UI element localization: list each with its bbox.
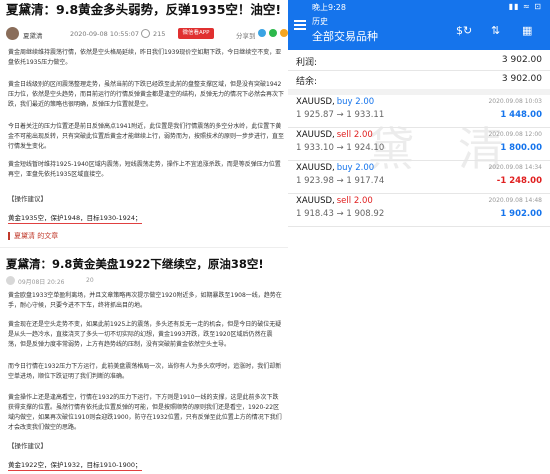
article2-paragraph: 黄金操作上还是逢高看空，行情在1932的压力下运行，下方则是1910一线的支撑，…	[8, 394, 282, 431]
calendar-icon[interactable]: ▦	[522, 24, 532, 37]
article1-author[interactable]: 夏黛清	[23, 30, 43, 40]
menu-icon[interactable]	[294, 20, 306, 32]
share-label: 分享到	[236, 32, 256, 40]
summary-row-profit: 利润: 3 902.00	[288, 52, 550, 70]
article1-paragraph: 黄金日线级别的区间震荡整理走势，虽然当前的下跌已经跌至此前的盘整支撑区域，但是没…	[8, 81, 285, 108]
profit-label: 利润:	[296, 58, 318, 68]
article2-advice-label: 【操作建议】	[8, 442, 47, 450]
article1-paragraph: 今日着关注的压力位置还是前日反弹高点1941附近，此位置是我们行情震荡的多空分水…	[8, 123, 285, 150]
trade-date: 2020.09.08 10:03	[488, 98, 542, 105]
article1-trade-plan: 黄金1935空，保护1948，目标1930-1924；	[8, 214, 142, 224]
screenshot-root: 夏黛清：9.8黄金多头弱势，反弹1935空！油空! 夏黛清 2020-09-08…	[0, 0, 550, 474]
author-articles-link[interactable]: 夏黛清 的文章	[8, 231, 58, 241]
trade-row[interactable]: XAUUSD, sell 2.00 1 933.10 → 1 924.10 2020.…	[288, 128, 550, 160]
accent-bar	[8, 232, 10, 240]
symbol-text: XAUUSD,	[296, 196, 335, 206]
weibo-share-icon[interactable]	[258, 29, 266, 37]
trade-date: 2020.09.08 12:00	[488, 131, 542, 138]
trade-direction: buy 2.00	[336, 97, 375, 107]
author-articles-label[interactable]: 夏黛清 的文章	[14, 232, 58, 240]
status-icons: ▮▮ ≈ ⊡	[508, 2, 542, 11]
header-section: 历史	[312, 17, 328, 26]
header-title[interactable]: 全部交易品种	[312, 28, 378, 44]
trade-profit: 1 902.00	[500, 209, 542, 219]
trade-date: 2020.09.08 14:48	[488, 197, 542, 204]
balance-label: 结余:	[296, 77, 318, 87]
trade-profit: 1 448.00	[500, 110, 542, 120]
article1-advice-label: 【操作建议】	[8, 195, 47, 203]
article2-count: 20	[86, 277, 94, 284]
status-bar: 晚上9:28 ▮▮ ≈ ⊡	[288, 0, 550, 14]
trade-direction: sell 2.00	[336, 196, 373, 206]
trade-symbol: XAUUSD, buy 2.00	[296, 97, 374, 107]
trade-row[interactable]: XAUUSD, buy 2.00 1 925.87 → 1 933.11 2020.0…	[288, 95, 550, 127]
article1-paragraph: 黄金周继续维持震荡行情，依然是空头格局延续，昨日我们1939现价空如期下跌，今日…	[8, 49, 282, 66]
trade-prices: 1 925.87 → 1 933.11	[296, 110, 385, 120]
author-avatar[interactable]	[6, 27, 19, 40]
article2-paragraph: 而今日行情在1932压力下方运行，此前美盘震荡格局一次，当你有人为多头欢呼时，追…	[8, 363, 282, 380]
article2-title[interactable]: 夏黛清：9.8黄金美盘1922下继续空，原油38空!	[6, 256, 286, 272]
trade-row[interactable]: XAUUSD, buy 2.00 1 923.98 → 1 917.74 2020.0…	[288, 161, 550, 193]
trade-direction: sell 2.00	[336, 130, 373, 140]
trade-prices: 1 933.10 → 1 924.10	[296, 143, 385, 153]
trade-profit: 1 800.00	[500, 143, 542, 153]
eye-icon	[141, 29, 150, 38]
open-app-button[interactable]: 微信看APP	[178, 28, 214, 39]
divider	[288, 226, 550, 227]
symbol-text: XAUUSD,	[296, 97, 335, 107]
trade-direction: buy 2.00	[336, 163, 375, 173]
article2-paragraph: 黄金欧盘1933空单盈利离场，并且文章策略再次提示做空1920附近多，如期暴跌至…	[8, 292, 282, 309]
status-time: 晚上9:28	[312, 3, 346, 12]
trade-symbol: XAUUSD, sell 2.00	[296, 130, 373, 140]
trade-symbol: XAUUSD, sell 2.00	[296, 196, 373, 206]
profit-value: 3 902.00	[501, 55, 542, 65]
summary-row-balance: 结余: 3 902.00	[288, 71, 550, 89]
trade-prices: 1 918.43 → 1 908.92	[296, 209, 385, 219]
article-panel: 夏黛清：9.8黄金多头弱势，反弹1935空！油空! 夏黛清 2020-09-08…	[0, 0, 288, 474]
trade-row[interactable]: XAUUSD, sell 2.00 1 918.43 → 1 908.92 2020.…	[288, 194, 550, 226]
trade-profit: -1 248.00	[496, 176, 542, 186]
article2-paragraph: 黄金现在还是空头走势不变，如果此前1925上的震荡，多头还有反无一走的机会，但是…	[8, 321, 282, 348]
article1-date: 2020-09-08 10:55:07	[70, 30, 140, 38]
symbol-text: XAUUSD,	[296, 163, 335, 173]
app-bar: 历史 全部交易品种 $↻ ⇅ ▦	[288, 14, 550, 50]
trade-date: 2020.09.08 14:34	[488, 164, 542, 171]
article1-paragraph: 黄金短线暂时维持1925-1940区域内震荡，短线震荡走势，操作上不宜追涨杀跌，…	[8, 161, 281, 178]
trade-history-screen: 晚上9:28 ▮▮ ≈ ⊡ 历史 全部交易品种 $↻ ⇅ ▦ 利润: 3 902…	[288, 0, 550, 474]
article2-date: 09月08日 20:26	[18, 279, 65, 286]
qzone-share-icon[interactable]	[280, 29, 288, 37]
article-divider	[0, 247, 288, 248]
dollar-refresh-icon[interactable]: $↻	[456, 24, 472, 37]
trade-symbol: XAUUSD, buy 2.00	[296, 163, 374, 173]
wechat-share-icon[interactable]	[269, 29, 277, 37]
article1-meta: 夏黛清 2020-09-08 10:55:07 215 微信看APP 分享到	[6, 27, 288, 41]
sort-icon[interactable]: ⇅	[491, 24, 500, 37]
symbol-text: XAUUSD,	[296, 130, 335, 140]
trade-prices: 1 923.98 → 1 917.74	[296, 176, 385, 186]
article1-title[interactable]: 夏黛清：9.8黄金多头弱势，反弹1935空！油空!	[6, 2, 286, 18]
clock-icon	[6, 276, 15, 285]
article1-views: 215	[153, 30, 166, 38]
article2-trade-plan: 黄金1922空，保护1932，目标1910-1900；	[8, 461, 142, 471]
balance-value: 3 902.00	[501, 74, 542, 84]
